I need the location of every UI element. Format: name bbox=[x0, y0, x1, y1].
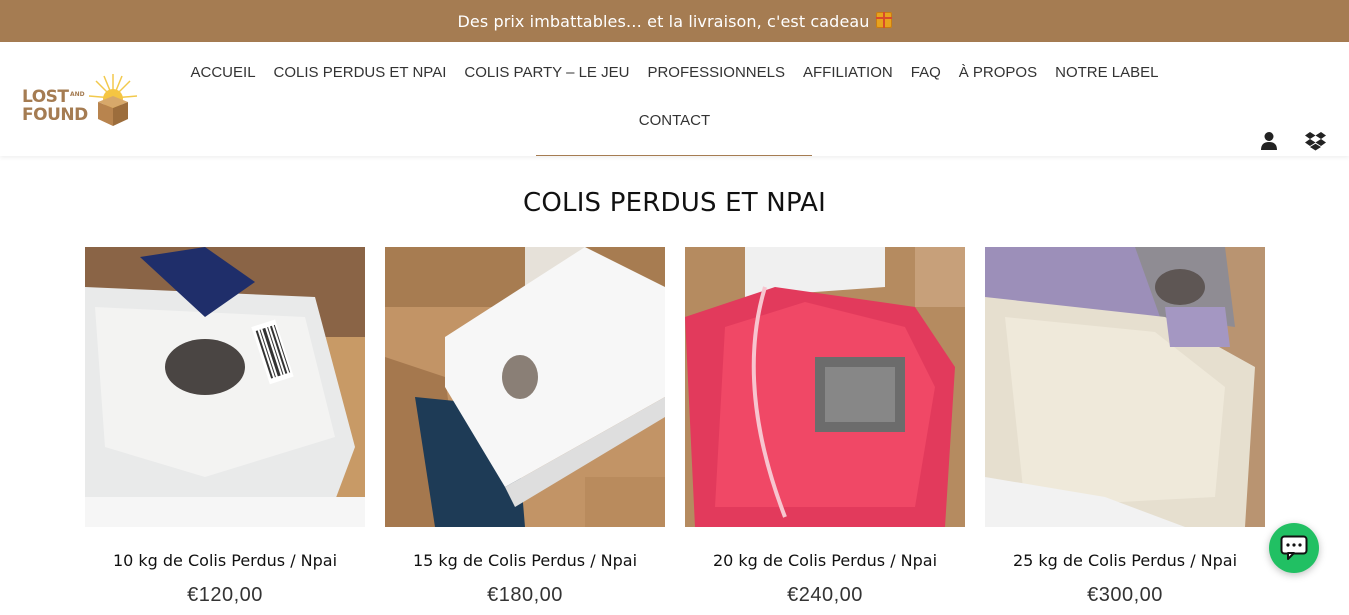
gift-icon bbox=[875, 12, 892, 28]
nav-item-affiliation[interactable]: AFFILIATION bbox=[803, 64, 893, 81]
product-card[interactable]: 15 kg de Colis Perdus / Npai €180,00 bbox=[385, 247, 665, 607]
product-image[interactable] bbox=[985, 247, 1265, 527]
main-nav: ACCUEIL COLIS PERDUS ET NPAI COLIS PARTY… bbox=[191, 42, 1159, 144]
nav-item-accueil[interactable]: ACCUEIL bbox=[191, 64, 256, 81]
product-card[interactable]: 10 kg de Colis Perdus / Npai €120,00 bbox=[85, 247, 365, 607]
site-header: LOST FOUND AND ACCUEIL COLIS PERDUS ET N… bbox=[0, 42, 1349, 156]
product-card[interactable]: 20 kg de Colis Perdus / Npai €240,00 bbox=[685, 247, 965, 607]
product-name[interactable]: 10 kg de Colis Perdus / Npai bbox=[85, 551, 365, 570]
chat-icon bbox=[1280, 535, 1308, 560]
product-grid: 10 kg de Colis Perdus / Npai €120,00 15 … bbox=[85, 247, 1265, 607]
page-title: COLIS PERDUS ET NPAI bbox=[522, 188, 827, 218]
active-nav-underline bbox=[536, 155, 812, 156]
product-image[interactable] bbox=[685, 247, 965, 527]
nav-item-a-propos[interactable]: À PROPOS bbox=[959, 64, 1037, 81]
product-price: €240,00 bbox=[787, 584, 863, 606]
product-price: €300,00 bbox=[1087, 584, 1163, 606]
product-price: €120,00 bbox=[187, 584, 263, 606]
nav-row-primary: ACCUEIL COLIS PERDUS ET NPAI COLIS PARTY… bbox=[191, 42, 1159, 102]
box-icon[interactable] bbox=[1305, 131, 1326, 151]
nav-item-professionnels[interactable]: PROFESSIONNELS bbox=[647, 64, 785, 81]
product-name[interactable]: 15 kg de Colis Perdus / Npai bbox=[385, 551, 665, 570]
logo-and: AND bbox=[70, 91, 85, 98]
nav-item-notre-label[interactable]: NOTRE LABEL bbox=[1055, 64, 1158, 81]
logo-sun-box-icon bbox=[88, 74, 138, 126]
product-price: €180,00 bbox=[487, 584, 563, 606]
user-icon[interactable] bbox=[1260, 131, 1278, 151]
nav-item-colis-party[interactable]: COLIS PARTY – LE JEU bbox=[464, 64, 629, 81]
logo-line2: FOUND bbox=[22, 105, 88, 125]
product-image[interactable] bbox=[385, 247, 665, 527]
product-card[interactable]: 25 kg de Colis Perdus / Npai €300,00 bbox=[985, 247, 1265, 607]
nav-item-faq[interactable]: FAQ bbox=[911, 64, 941, 81]
product-image[interactable] bbox=[85, 247, 365, 527]
product-name[interactable]: 20 kg de Colis Perdus / Npai bbox=[685, 551, 965, 570]
announcement-text: Des prix imbattables… et la livraison, c… bbox=[457, 11, 870, 31]
product-name[interactable]: 25 kg de Colis Perdus / Npai bbox=[985, 551, 1265, 570]
nav-item-colis-perdus[interactable]: COLIS PERDUS ET NPAI bbox=[274, 64, 447, 81]
announcement-bar: Des prix imbattables… et la livraison, c… bbox=[0, 0, 1349, 42]
chat-button[interactable] bbox=[1269, 523, 1319, 573]
site-logo[interactable]: LOST FOUND AND bbox=[22, 72, 142, 132]
nav-row-secondary: CONTACT bbox=[222, 96, 1127, 144]
nav-item-contact[interactable]: CONTACT bbox=[639, 112, 710, 129]
